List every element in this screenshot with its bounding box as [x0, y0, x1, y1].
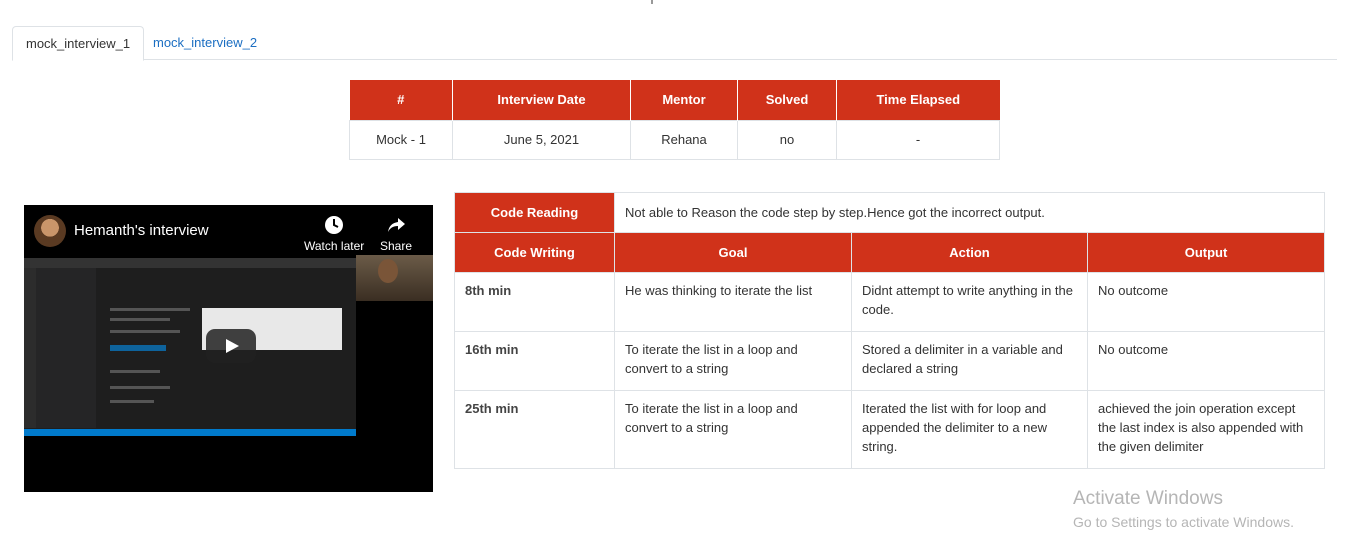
editor-text-line: [110, 370, 160, 373]
header-action: Action: [851, 232, 1088, 273]
interview-video-player[interactable]: Hemanth's interview Watch later Share: [24, 205, 433, 492]
editor-activity-bar: [24, 268, 36, 428]
code-evaluation-table: Code Reading Not able to Reason the code…: [454, 192, 1325, 469]
summary-header-row: # Interview Date Mentor Solved Time Elap…: [349, 80, 1000, 120]
header-mentor: Mentor: [630, 80, 738, 120]
editor-text-line: [110, 386, 170, 389]
editor-text-line: [110, 308, 190, 311]
header-code-writing: Code Writing: [454, 232, 615, 273]
watch-later-label: Watch later: [304, 239, 365, 253]
row-time: 16th min: [454, 331, 615, 391]
share-label: Share: [380, 239, 413, 253]
header-number: #: [349, 80, 453, 120]
interview-summary-table: # Interview Date Mentor Solved Time Elap…: [349, 80, 1000, 160]
webcam-overlay: [356, 255, 433, 301]
cell-mentor: Rehana: [630, 119, 738, 160]
summary-row: Mock - 1 June 5, 2021 Rehana no -: [349, 119, 1000, 160]
header-time-elapsed: Time Elapsed: [836, 80, 1000, 120]
video-title[interactable]: Hemanth's interview: [74, 222, 209, 239]
activate-windows-subtitle: Go to Settings to activate Windows.: [1073, 514, 1294, 530]
cell-time-elapsed: -: [836, 119, 1000, 160]
top-divider-mark: [651, 0, 653, 4]
editor-statusbar: [24, 429, 356, 436]
webcam-person: [378, 259, 398, 283]
header-output: Output: [1087, 232, 1325, 273]
header-goal: Goal: [614, 232, 852, 273]
cell-interview-date: June 5, 2021: [452, 119, 631, 160]
row-action: Stored a delimiter in a variable and dec…: [851, 331, 1088, 391]
code-reading-text: Not able to Reason the code step by step…: [614, 192, 1325, 233]
header-interview-date: Interview Date: [452, 80, 631, 120]
editor-text-line: [110, 400, 154, 403]
row-goal: He was thinking to iterate the list: [614, 272, 852, 332]
editor-titlebar: [24, 258, 356, 268]
row-time: 8th min: [454, 272, 615, 332]
row-output: achieved the join operation except the l…: [1087, 390, 1325, 469]
row-output: No outcome: [1087, 331, 1325, 391]
row-action: Didnt attempt to write anything in the c…: [851, 272, 1088, 332]
code-reading-label: Code Reading: [454, 192, 615, 233]
row-action: Iterated the list with for loop and appe…: [851, 390, 1088, 469]
channel-avatar[interactable]: [34, 215, 66, 247]
share-button[interactable]: Share: [380, 215, 412, 253]
interview-tabs: mock_interview_1 mock_interview_2: [12, 26, 1337, 61]
table-row: 8th min He was thinking to iterate the l…: [454, 272, 1325, 332]
share-arrow-icon: [388, 218, 406, 232]
cell-number: Mock - 1: [349, 119, 453, 160]
editor-explorer: [36, 268, 96, 428]
table-row: 16th min To iterate the list in a loop a…: [454, 331, 1325, 391]
row-time: 25th min: [454, 390, 615, 469]
editor-blue-button: [110, 345, 166, 351]
clock-icon: [325, 216, 344, 234]
video-frame-screen: [24, 258, 356, 436]
header-solved: Solved: [737, 80, 837, 120]
cell-solved: no: [737, 119, 837, 160]
code-writing-header-row: Code Writing Goal Action Output: [454, 232, 1325, 273]
activate-windows-title: Activate Windows: [1073, 488, 1223, 509]
tab-mock-interview-2[interactable]: mock_interview_2: [140, 26, 270, 60]
row-output: No outcome: [1087, 272, 1325, 332]
row-goal: To iterate the list in a loop and conver…: [614, 331, 852, 391]
code-reading-row: Code Reading Not able to Reason the code…: [454, 192, 1325, 233]
watch-later-button[interactable]: Watch later: [304, 215, 364, 253]
table-row: 25th min To iterate the list in a loop a…: [454, 390, 1325, 469]
editor-text-line: [110, 330, 180, 333]
row-goal: To iterate the list in a loop and conver…: [614, 390, 852, 469]
tab-mock-interview-1[interactable]: mock_interview_1: [12, 26, 145, 61]
editor-text-line: [110, 318, 170, 321]
play-icon[interactable]: [206, 329, 256, 363]
